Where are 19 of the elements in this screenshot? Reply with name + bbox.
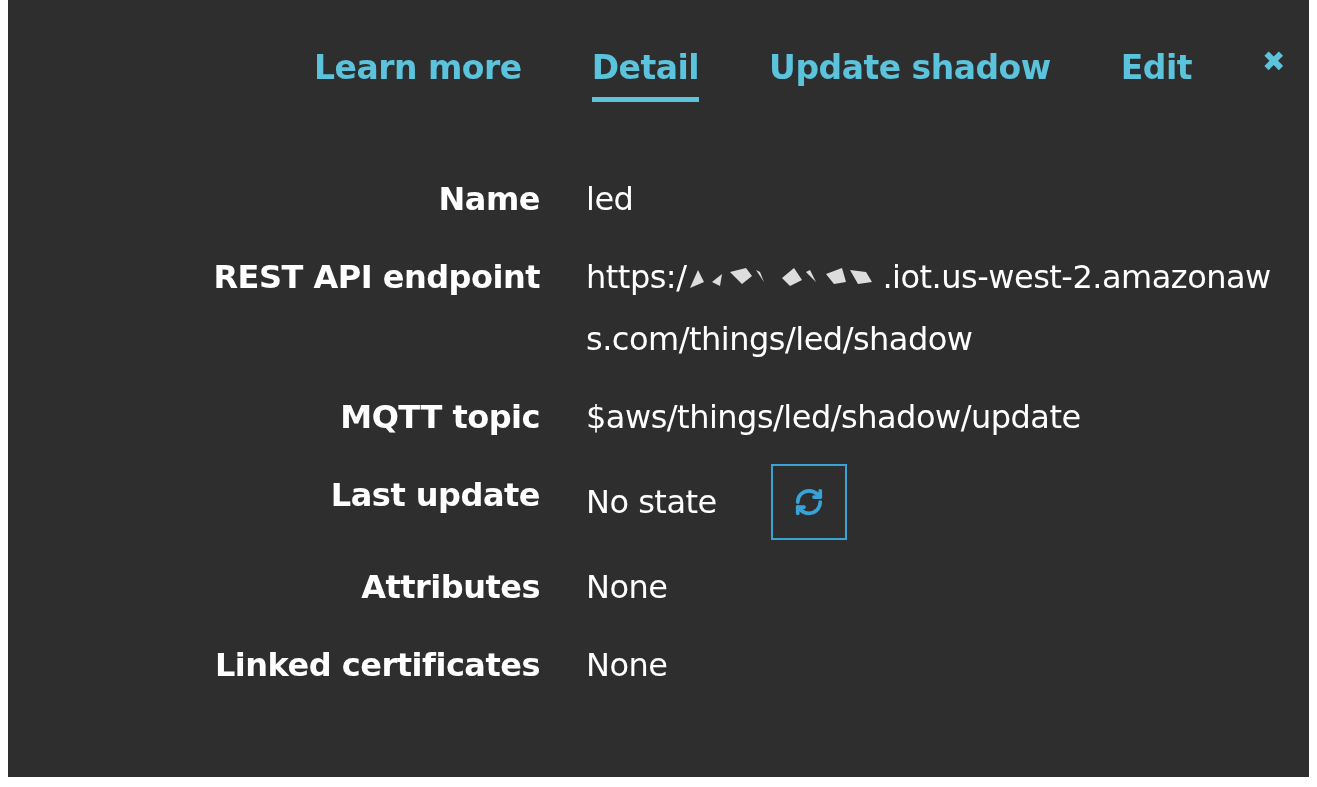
refresh-icon — [793, 487, 824, 517]
detail-label: Name — [437, 179, 540, 220]
tab[interactable]: Update shadow — [769, 44, 1051, 102]
detail-label: Linked certificates — [213, 645, 540, 686]
detail-label: REST API endpoint — [212, 257, 540, 298]
refresh-button[interactable] — [770, 464, 847, 540]
detail-value: led — [586, 179, 635, 220]
detail-value: None — [586, 645, 669, 686]
tab[interactable]: Detail — [591, 44, 700, 102]
detail-value: None — [586, 567, 669, 608]
detail-label: Attributes — [360, 567, 540, 608]
detail-value: $aws/things/led/shadow/update — [586, 397, 1082, 438]
detail-label: Last update — [329, 475, 540, 516]
tab[interactable]: Edit — [1120, 44, 1192, 102]
tab[interactable]: Learn more — [314, 44, 522, 102]
detail-label: MQTT topic — [339, 397, 540, 438]
close-button[interactable]: ✖ — [1262, 48, 1285, 76]
detail-value: No state — [586, 482, 717, 523]
endpoint-url: https:/ .iot.us-west-2.amazonaws.com/things/led/shadow — [586, 257, 1272, 360]
